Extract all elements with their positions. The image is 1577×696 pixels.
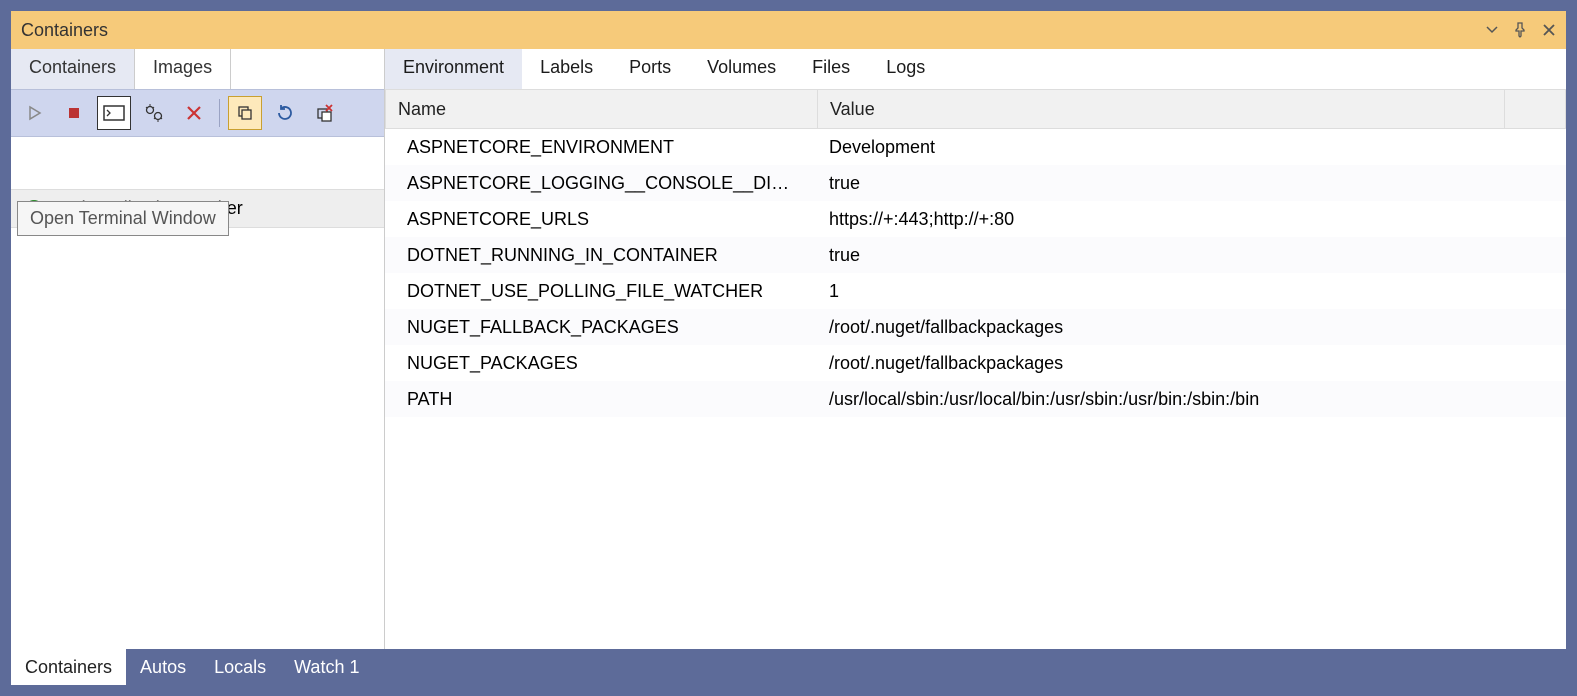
left-tabs: Containers Images [11,49,384,89]
env-row[interactable]: ASPNETCORE_URLShttps://+:443;http://+:80 [385,201,1566,237]
content: Containers Images [11,49,1566,649]
env-row[interactable]: NUGET_PACKAGES/root/.nuget/fallbackpacka… [385,345,1566,381]
tab-label: Logs [886,57,925,77]
toolbar-separator [219,99,220,127]
tab-label: Environment [403,57,504,77]
tab-ports[interactable]: Ports [611,49,689,89]
detail-tabs: Environment Labels Ports Volumes Files L… [385,49,1566,89]
tab-logs[interactable]: Logs [868,49,943,89]
env-name: DOTNET_USE_POLLING_FILE_WATCHER [385,281,817,302]
env-row[interactable]: PATH/usr/local/sbin:/usr/local/bin:/usr/… [385,381,1566,417]
pin-icon[interactable] [1512,22,1528,38]
column-header-value[interactable]: Value [818,90,1505,128]
env-value: https://+:443;http://+:80 [817,209,1566,230]
tab-label: Containers [29,57,116,77]
tab-images[interactable]: Images [135,49,231,89]
tab-label: Images [153,57,212,77]
env-value: /root/.nuget/fallbackpackages [817,317,1566,338]
env-name: DOTNET_RUNNING_IN_CONTAINER [385,245,817,266]
tooltip-text: Open Terminal Window [30,208,216,228]
bottom-tab-watch1[interactable]: Watch 1 [280,649,373,685]
terminal-button[interactable] [97,96,131,130]
environment-grid: Name Value ASPNETCORE_ENVIRONMENTDevelop… [385,89,1566,649]
bottom-tab-containers[interactable]: Containers [11,649,126,685]
tab-label: Labels [540,57,593,77]
column-header-name[interactable]: Name [386,90,818,128]
bottom-tab-autos[interactable]: Autos [126,649,200,685]
env-value: /usr/local/sbin:/usr/local/bin:/usr/sbin… [817,389,1566,410]
close-icon[interactable] [1542,22,1556,38]
tab-containers[interactable]: Containers [11,49,135,89]
prune-button[interactable] [228,96,262,130]
env-row[interactable]: DOTNET_USE_POLLING_FILE_WATCHER1 [385,273,1566,309]
tab-label: Volumes [707,57,776,77]
tab-label: Files [812,57,850,77]
stop-button[interactable] [57,96,91,130]
env-value: true [817,173,1566,194]
env-name: ASPNETCORE_URLS [385,209,817,230]
tab-label: Ports [629,57,671,77]
left-pane: Containers Images [11,49,385,649]
tab-label: Autos [140,657,186,678]
env-name: PATH [385,389,817,410]
titlebar: Containers [11,11,1566,49]
tab-files[interactable]: Files [794,49,868,89]
env-row[interactable]: DOTNET_RUNNING_IN_CONTAINERtrue [385,237,1566,273]
refresh-button[interactable] [268,96,302,130]
bottom-tab-strip: Containers Autos Locals Watch 1 [11,649,1566,685]
env-value: 1 [817,281,1566,302]
containers-tool-window: Containers Containers Images [10,10,1567,686]
remove-all-button[interactable] [308,96,342,130]
right-pane: Environment Labels Ports Volumes Files L… [385,49,1566,649]
tooltip: Open Terminal Window [17,201,229,236]
tab-label: Containers [25,657,112,678]
attach-debugger-button[interactable] [137,96,171,130]
env-name: ASPNETCORE_ENVIRONMENT [385,137,817,158]
env-value: /root/.nuget/fallbackpackages [817,353,1566,374]
env-name: ASPNETCORE_LOGGING__CONSOLE__DISA… [385,173,817,194]
grid-body: ASPNETCORE_ENVIRONMENTDevelopmentASPNETC… [385,129,1566,649]
env-name: NUGET_FALLBACK_PACKAGES [385,317,817,338]
env-row[interactable]: ASPNETCORE_ENVIRONMENTDevelopment [385,129,1566,165]
remove-button[interactable] [177,96,211,130]
env-value: Development [817,137,1566,158]
container-list: WebApplication-Docker [11,189,384,649]
titlebar-controls [1486,22,1556,38]
window-options-dropdown-icon[interactable] [1486,22,1498,38]
tab-label: Watch 1 [294,657,359,678]
tab-volumes[interactable]: Volumes [689,49,794,89]
tab-labels[interactable]: Labels [522,49,611,89]
start-button[interactable] [17,96,51,130]
window-title: Containers [21,20,1486,41]
grid-header: Name Value [385,89,1566,129]
tab-label: Locals [214,657,266,678]
toolbar [11,89,384,137]
env-row[interactable]: NUGET_FALLBACK_PACKAGES/root/.nuget/fall… [385,309,1566,345]
bottom-tab-locals[interactable]: Locals [200,649,280,685]
env-name: NUGET_PACKAGES [385,353,817,374]
env-value: true [817,245,1566,266]
tab-environment[interactable]: Environment [385,49,522,89]
env-row[interactable]: ASPNETCORE_LOGGING__CONSOLE__DISA…true [385,165,1566,201]
